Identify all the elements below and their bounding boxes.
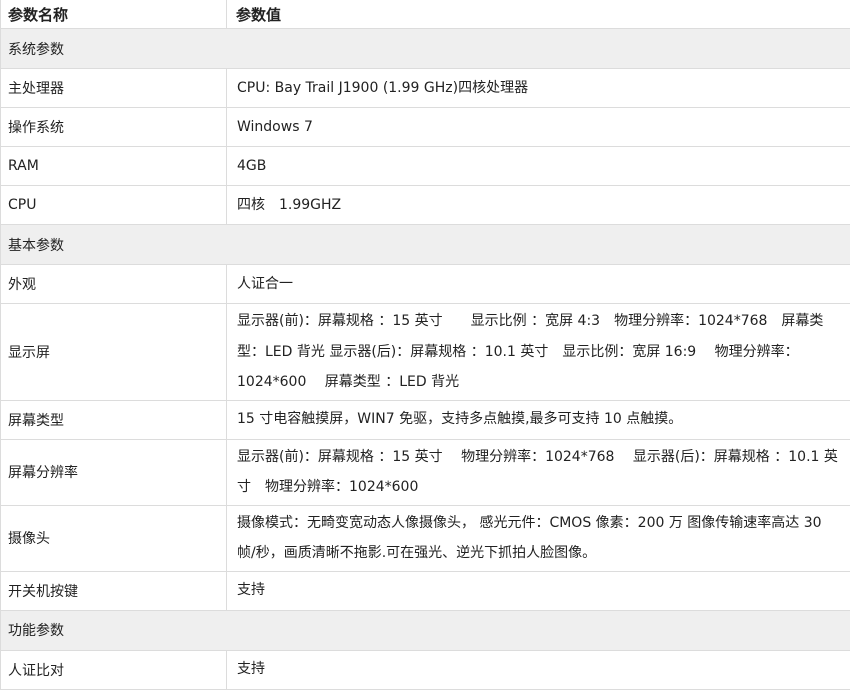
- param-value: 人证合一: [227, 265, 850, 304]
- param-name: 显示屏: [1, 304, 227, 401]
- table-row: 人证比对 支持: [1, 650, 850, 689]
- section-row-function: 功能参数: [1, 610, 850, 650]
- section-title: 基本参数: [1, 225, 850, 265]
- table-row: 开关机按键 支持: [1, 571, 850, 610]
- section-title: 功能参数: [1, 610, 850, 650]
- param-name: 开关机按键: [1, 571, 227, 610]
- param-value: 4GB: [227, 147, 850, 186]
- param-name: RAM: [1, 147, 227, 186]
- table-row: CPU 四核 1.99GHZ: [1, 186, 850, 225]
- param-name: 外观: [1, 265, 227, 304]
- table-row: 操作系统 Windows 7: [1, 108, 850, 147]
- param-value: Windows 7: [227, 108, 850, 147]
- section-row-basic: 基本参数: [1, 225, 850, 265]
- table-row: 主处理器 CPU: Bay Trail J1900 (1.99 GHz)四核处理…: [1, 69, 850, 108]
- table-header-row: 参数名称 参数值: [1, 0, 850, 29]
- table-row: 摄像头 摄像模式：无畸变宽动态人像摄像头， 感光元件：CMOS 像素：200 万…: [1, 505, 850, 571]
- table-row: 显示屏 显示器(前)：屏幕规格 ：15 英寸 显示比例 ：宽屏 4:3 物理分辨…: [1, 304, 850, 401]
- param-name: CPU: [1, 186, 227, 225]
- param-name: 操作系统: [1, 108, 227, 147]
- param-value: 显示器(前)：屏幕规格 ：15 英寸 物理分辨率：1024*768 显示器(后)…: [227, 439, 850, 505]
- section-title: 系统参数: [1, 29, 850, 69]
- section-row-system: 系统参数: [1, 29, 850, 69]
- param-value: CPU: Bay Trail J1900 (1.99 GHz)四核处理器: [227, 69, 850, 108]
- param-value: 15 寸电容触摸屏，WIN7 免驱，支持多点触摸,最多可支持 10 点触摸。: [227, 400, 850, 439]
- spec-table: 参数名称 参数值 系统参数 主处理器 CPU: Bay Trail J1900 …: [0, 0, 850, 690]
- table-row: 屏幕类型 15 寸电容触摸屏，WIN7 免驱，支持多点触摸,最多可支持 10 点…: [1, 400, 850, 439]
- param-value: 摄像模式：无畸变宽动态人像摄像头， 感光元件：CMOS 像素：200 万 图像传…: [227, 505, 850, 571]
- table-row: 外观 人证合一: [1, 265, 850, 304]
- param-name: 屏幕类型: [1, 400, 227, 439]
- param-value: 显示器(前)：屏幕规格 ：15 英寸 显示比例 ：宽屏 4:3 物理分辨率：10…: [227, 304, 850, 401]
- header-param-value: 参数值: [227, 0, 850, 29]
- table-row: 屏幕分辨率 显示器(前)：屏幕规格 ：15 英寸 物理分辨率：1024*768 …: [1, 439, 850, 505]
- param-value: 支持: [227, 650, 850, 689]
- header-param-name: 参数名称: [1, 0, 227, 29]
- param-name: 屏幕分辨率: [1, 439, 227, 505]
- param-name: 摄像头: [1, 505, 227, 571]
- table-row: RAM 4GB: [1, 147, 850, 186]
- param-value: 支持: [227, 571, 850, 610]
- param-name: 主处理器: [1, 69, 227, 108]
- param-name: 人证比对: [1, 650, 227, 689]
- param-value: 四核 1.99GHZ: [227, 186, 850, 225]
